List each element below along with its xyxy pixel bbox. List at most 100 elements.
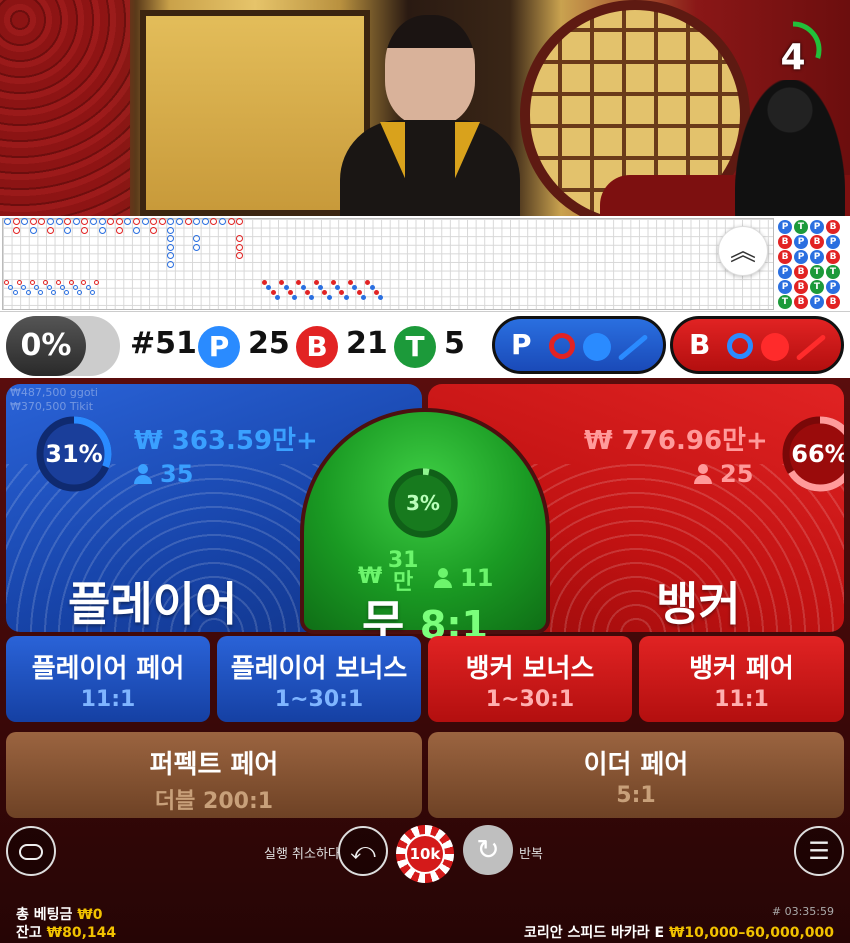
round-id: # 03:35:59 xyxy=(771,905,834,918)
repeat-button[interactable]: ↻ xyxy=(463,825,513,875)
total-bet: 총 베팅금 ₩0 xyxy=(16,907,103,923)
road-mark xyxy=(90,218,97,225)
player-count-badge: P xyxy=(198,326,240,368)
undo-icon: ⤺ xyxy=(350,837,376,865)
player-bonus-bet[interactable]: 플레이어 보너스 1~30:1 xyxy=(217,636,421,722)
banker-predict-button[interactable]: B xyxy=(670,316,844,374)
road-mark xyxy=(42,279,48,285)
dealer xyxy=(340,10,520,216)
bead-mark: P xyxy=(810,295,824,309)
road-mark xyxy=(158,218,166,225)
predict-ring-icon xyxy=(549,333,575,359)
banker-bet-label: 뱅커 xyxy=(656,577,741,631)
road-mark xyxy=(29,226,37,234)
bead-mark: P xyxy=(794,235,808,249)
bead-mark: B xyxy=(826,295,840,309)
background-dealer xyxy=(735,80,845,216)
side-bet-label: 뱅커 보너스 xyxy=(465,654,595,684)
timer-seconds: 4 xyxy=(780,37,806,78)
road-mark xyxy=(369,285,375,291)
road-mark xyxy=(55,279,61,285)
road-mark xyxy=(85,285,91,291)
chat-button[interactable] xyxy=(6,826,56,876)
player-predict-button[interactable]: P xyxy=(492,316,666,374)
road-mark xyxy=(68,279,74,285)
banker-bettors: 25 xyxy=(694,460,753,488)
countdown-timer: 4 xyxy=(766,18,830,82)
road-mark xyxy=(16,279,22,285)
road-mark xyxy=(219,218,226,225)
road-mark xyxy=(12,226,20,234)
road-mark xyxy=(115,226,123,234)
tie-percent-ring: 3% xyxy=(386,466,460,540)
perfect-pair-bet[interactable]: 퍼펙트 페어 더블 200:1 xyxy=(6,732,422,818)
road-mark xyxy=(55,218,63,225)
road-mark xyxy=(326,295,332,301)
live-video-feed: 4 xyxy=(0,0,850,216)
banker-percent: 66% xyxy=(791,440,844,468)
table-name: 코리안 스피드 바카라 E xyxy=(523,925,665,941)
banker-pair-bet[interactable]: 뱅커 페어 11:1 xyxy=(639,636,844,722)
side-bet-odds: 11:1 xyxy=(714,687,769,712)
tie-count-badge: T xyxy=(394,326,436,368)
baccarat-game: 4 ︽ PTPBBPBPBPPBPBTTPBTPTBPB 0% #51 P 25… xyxy=(0,0,850,943)
undo-button[interactable]: ⤺ xyxy=(338,826,388,876)
road-mark xyxy=(317,285,323,291)
road-mark xyxy=(12,290,18,296)
side-bet-label: 플레이어 페어 xyxy=(31,654,185,684)
special-bet-odds: 5:1 xyxy=(616,783,656,808)
predict-dot-icon xyxy=(583,333,611,361)
road-mark xyxy=(283,285,289,291)
road-mark xyxy=(227,218,235,225)
bead-mark: P xyxy=(778,265,792,279)
road-mark xyxy=(313,279,319,285)
road-mark xyxy=(59,285,65,291)
road-mark xyxy=(81,226,89,234)
road-mark xyxy=(184,218,192,225)
menu-icon: ☰ xyxy=(808,837,830,865)
total-bet-value: ₩0 xyxy=(77,907,103,923)
banker-percent-ring: 66% xyxy=(780,414,844,494)
road-mark xyxy=(167,226,175,234)
bead-mark: B xyxy=(778,235,792,249)
road-mark xyxy=(98,226,106,234)
predict-ring-icon xyxy=(727,333,753,359)
bead-mark: T xyxy=(778,295,792,309)
bead-mark: P xyxy=(794,250,808,264)
person-icon xyxy=(434,568,452,588)
banker-bonus-bet[interactable]: 뱅커 보너스 1~30:1 xyxy=(428,636,632,722)
road-mark xyxy=(98,218,106,225)
road-mark xyxy=(47,226,54,234)
road-mark xyxy=(176,218,183,225)
road-mark xyxy=(115,218,123,225)
road-mark xyxy=(330,279,336,285)
tie-percent: 3% xyxy=(406,491,440,515)
banker-count-badge: B xyxy=(296,326,338,368)
background-screen xyxy=(140,10,370,216)
road-mark xyxy=(270,290,276,296)
expand-roadmap-button[interactable]: ︽ xyxy=(718,226,768,276)
tie-count: 5 xyxy=(444,326,465,361)
chip-selector[interactable]: 10k xyxy=(396,825,454,883)
menu-button[interactable]: ☰ xyxy=(794,826,844,876)
bead-mark: P xyxy=(810,220,824,234)
bet-limits: ₩10,000–60,000,000 xyxy=(668,925,834,941)
bead-mark: P xyxy=(826,235,840,249)
bead-mark: P xyxy=(810,250,824,264)
road-mark xyxy=(141,218,149,225)
special-bet-odds: 더블 200:1 xyxy=(154,789,274,814)
road-mark xyxy=(356,290,362,296)
road-mark xyxy=(193,243,201,251)
bead-mark: B xyxy=(794,265,808,279)
side-bet-odds: 1~30:1 xyxy=(274,687,364,712)
road-mark xyxy=(4,279,9,285)
player-pair-bet[interactable]: 플레이어 페어 11:1 xyxy=(6,636,210,722)
road-mark xyxy=(64,226,72,234)
road-mark xyxy=(262,279,267,285)
percent-toggle[interactable]: 0% xyxy=(6,316,120,376)
bead-mark: B xyxy=(826,220,840,234)
repeat-icon: ↻ xyxy=(476,833,500,866)
either-pair-bet[interactable]: 이더 페어 5:1 xyxy=(428,732,844,818)
bead-mark: P xyxy=(778,220,792,234)
banker-count: 21 xyxy=(346,326,388,361)
